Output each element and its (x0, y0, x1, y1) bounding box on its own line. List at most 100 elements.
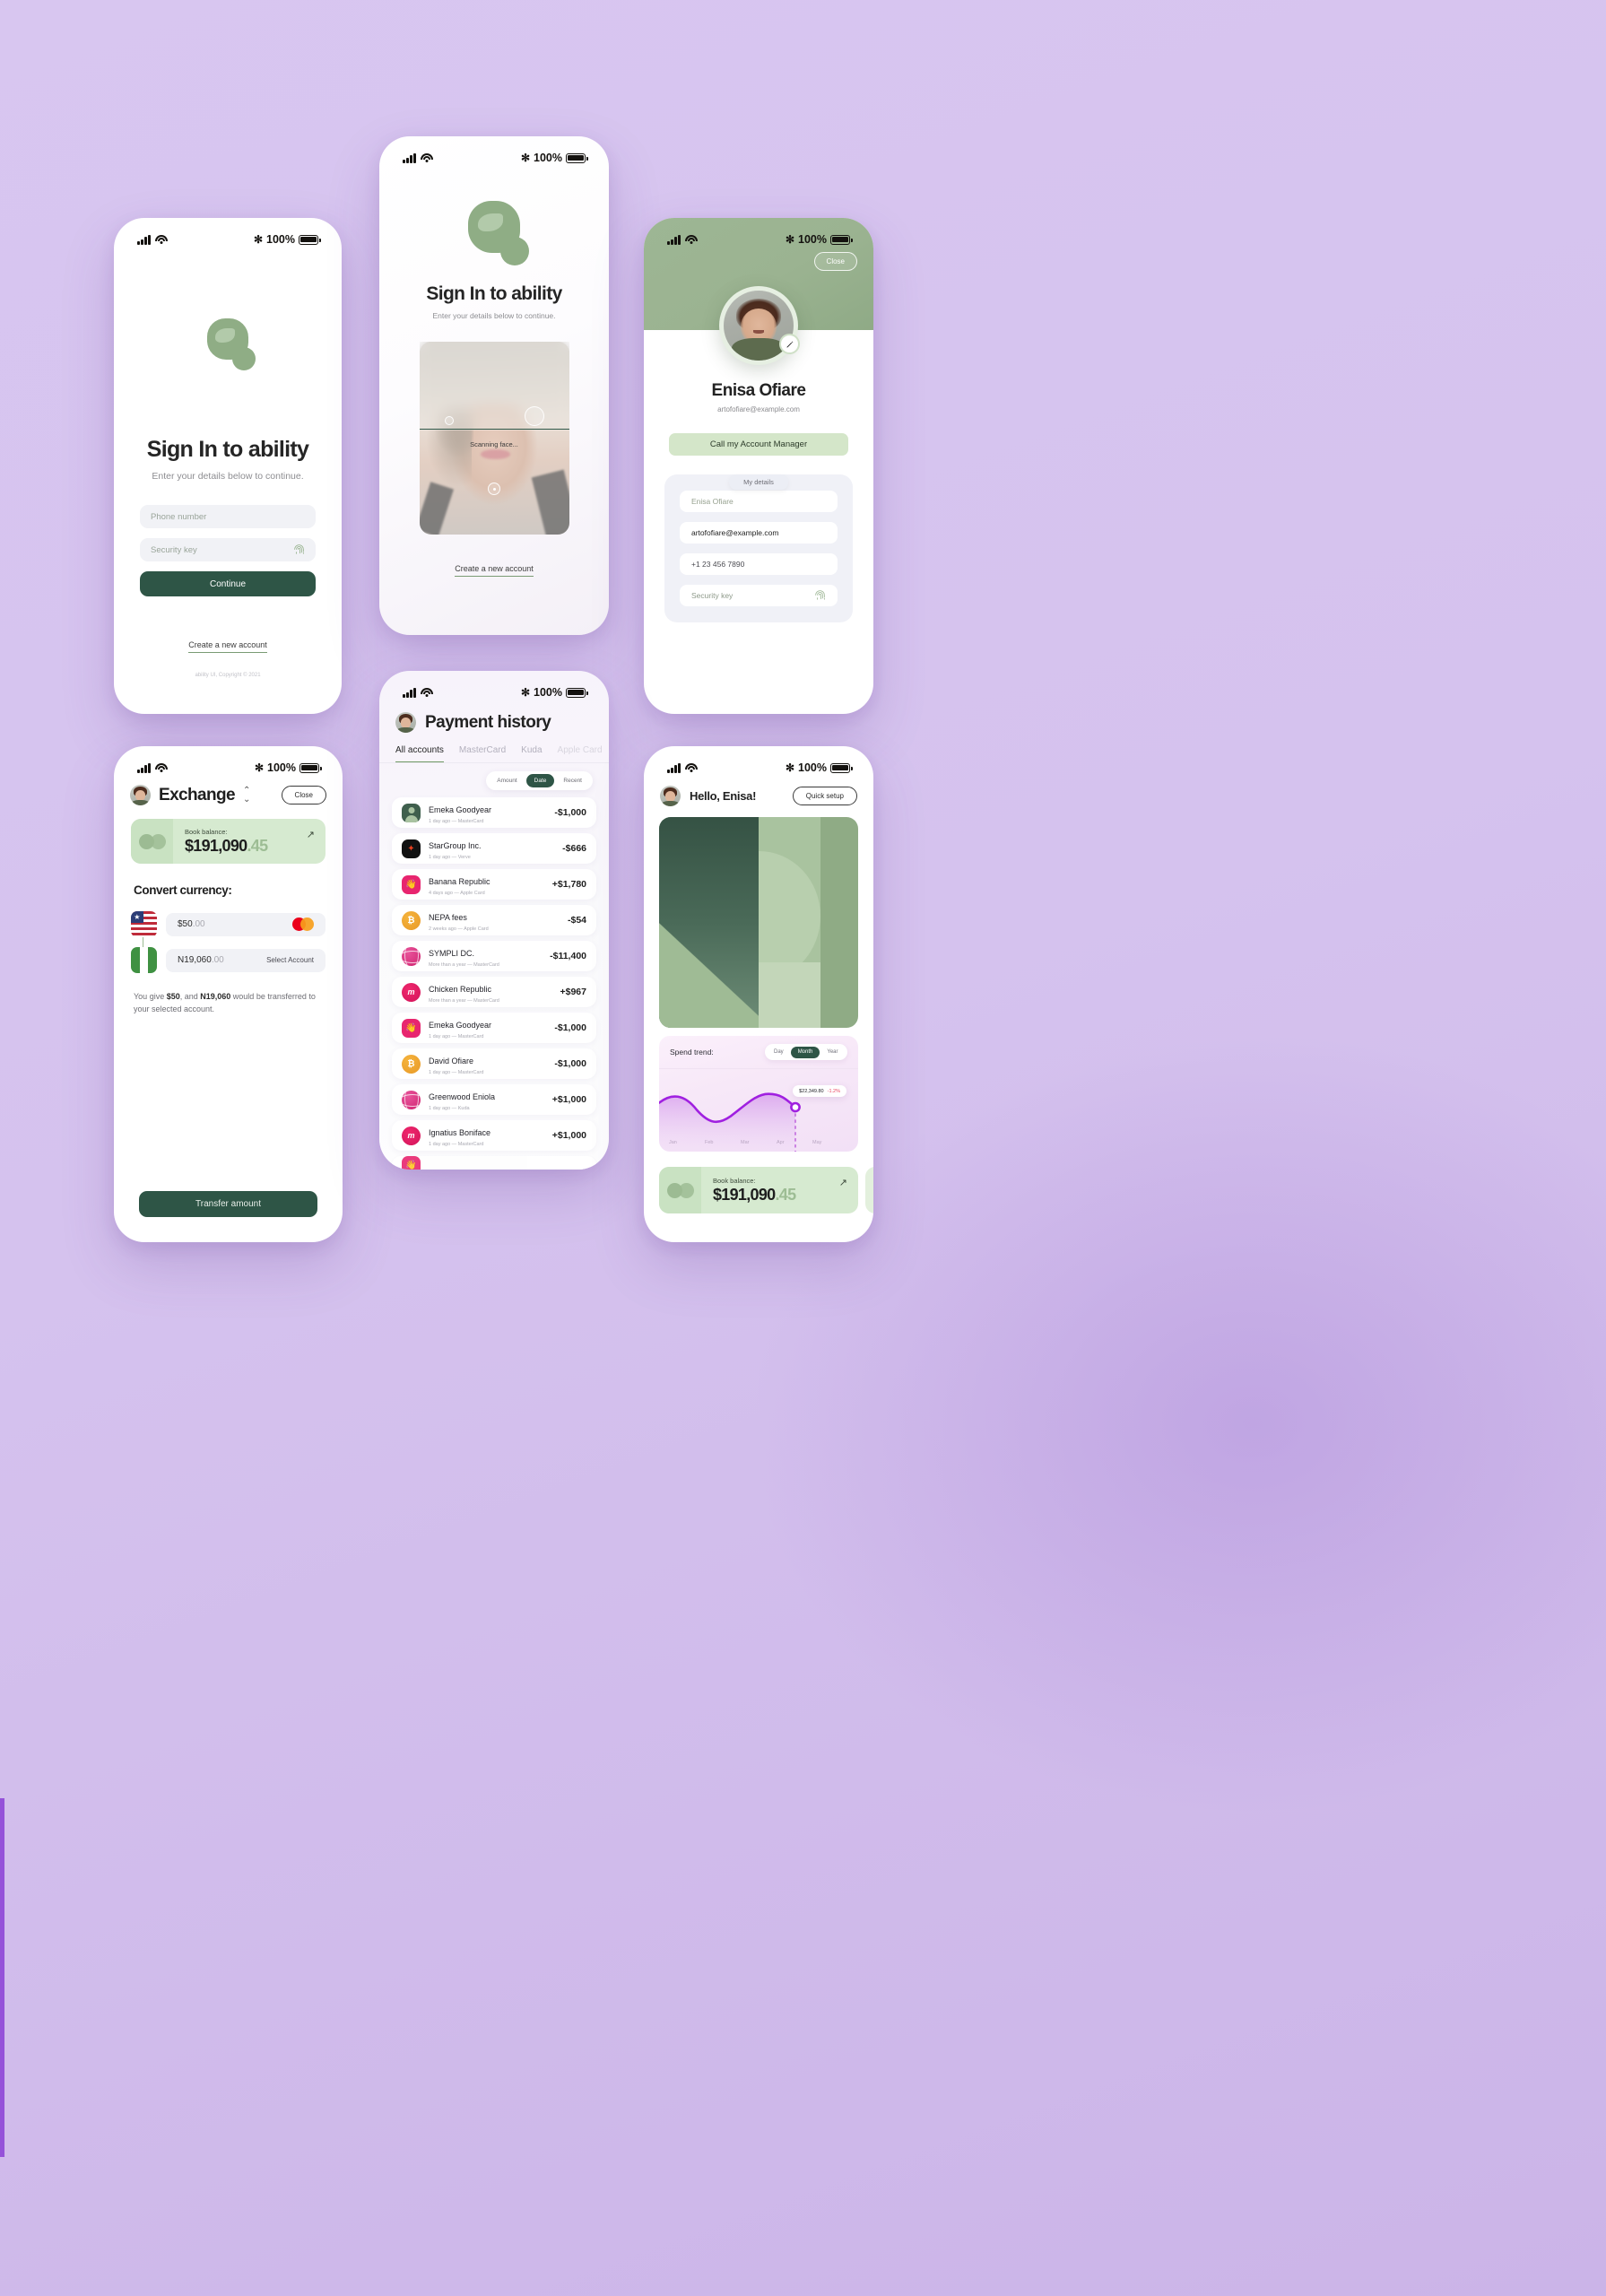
table-row[interactable]: m Ignatius Boniface 1 day ago — MasterCar… (392, 1120, 596, 1151)
transaction-name: Emeka Goodyear (429, 1021, 492, 1030)
call-account-manager-button[interactable]: Call my Account Manager (669, 433, 848, 456)
table-row[interactable]: ₿ David Ofiare 1 day ago — MasterCard -$1… (392, 1048, 596, 1079)
card-brand-icon (659, 1167, 701, 1213)
table-row[interactable]: ✦ StarGroup Inc. 1 day ago — Verve -$666 (392, 833, 596, 864)
sort-toggle-group: Amount Date Recent (486, 771, 593, 790)
balance-label: Book balance: (713, 1176, 756, 1185)
sort-option-date[interactable]: Date (525, 774, 555, 787)
bluetooth-icon: ✻ (520, 152, 531, 164)
table-row[interactable]: 👋 Emeka Goodyear 1 day ago — MasterCard -… (392, 1013, 596, 1043)
profile-email-value: artofofiare@example.com (691, 528, 779, 537)
transaction-name: Emeka Goodyear (429, 805, 492, 814)
transaction-amount: -$54 (567, 915, 586, 926)
m-logo-icon: m (402, 982, 421, 1002)
profile-security-key-field[interactable]: Security key (680, 585, 838, 606)
table-row[interactable]: SYMPLI DC. More than a year — MasterCard … (392, 941, 596, 971)
avatar[interactable] (660, 786, 681, 806)
amount-to-input[interactable]: N19,060.00 Select Account (166, 948, 326, 972)
arrow-up-right-icon[interactable]: ↗ (307, 829, 315, 840)
sort-option-amount[interactable]: Amount (489, 774, 525, 787)
transaction-name: StarGroup Inc. (429, 841, 482, 850)
balance-label: Book balance: (185, 827, 228, 836)
chart-x-axis-labels: Jan Feb Mar Apr May (659, 1140, 858, 1145)
fingerprint-icon[interactable] (814, 589, 826, 602)
tooltip-change: -1.2% (827, 1088, 840, 1094)
profile-name-field[interactable]: Enisa Ofiare (680, 491, 838, 512)
book-balance-card[interactable]: Book balance: $191,090.45 ↗ (131, 819, 326, 864)
create-account-link[interactable]: Create a new account (188, 640, 267, 653)
battery-percent: 100% (267, 761, 296, 774)
select-account-button[interactable]: Select Account (266, 956, 314, 964)
table-row[interactable]: Emeka Goodyear 1 day ago — MasterCard -$1… (392, 797, 596, 828)
table-row[interactable]: 👋 Banana Republic 4 days ago — Apple Card… (392, 869, 596, 900)
sort-option-recent[interactable]: Recent (555, 774, 590, 787)
transfer-amount-button[interactable]: Transfer amount (139, 1191, 317, 1217)
next-balance-card-peek[interactable] (865, 1167, 873, 1213)
fingerprint-icon[interactable] (293, 544, 305, 556)
avatar[interactable] (130, 785, 151, 805)
book-balance-card[interactable]: Book balance: $191,090.45 ↗ (659, 1167, 858, 1213)
scanning-status: Scanning face... (470, 439, 518, 448)
arrow-up-right-icon[interactable]: ↗ (839, 1177, 847, 1188)
close-button[interactable]: Close (281, 786, 326, 804)
bluetooth-icon: ✻ (520, 686, 531, 699)
hero-graphic-card[interactable] (659, 817, 858, 1028)
amount-from-input[interactable]: $50.00 (166, 912, 326, 936)
battery-icon (299, 762, 322, 773)
table-row[interactable]: Greenwood Eniola 1 day ago — Kuda +$1,000 (392, 1084, 596, 1115)
transaction-meta: 1 day ago — Verve (429, 855, 471, 860)
tab-kuda[interactable]: Kuda (521, 745, 542, 762)
create-account-link[interactable]: Create a new account (455, 564, 534, 577)
profile-phone-field[interactable]: +1 23 456 7890 (680, 553, 838, 575)
tab-apple-card[interactable]: Apple Card (558, 745, 603, 762)
signal-icon (137, 234, 151, 245)
mastercard-icon (292, 918, 314, 931)
continue-button[interactable]: Continue (140, 571, 316, 596)
range-option-day[interactable]: Day (767, 1047, 791, 1058)
balance-amount: $191,090 (713, 1185, 776, 1204)
wave-icon: 👋 (402, 1018, 421, 1038)
table-row[interactable]: ₿ NEPA fees 2 weeks ago — Apple Card -$54 (392, 905, 596, 935)
transaction-name: SYMPLI DC. (429, 949, 475, 958)
my-details-tab[interactable]: My details (729, 474, 788, 490)
transaction-meta: 1 day ago — MasterCard (429, 1142, 484, 1147)
close-button[interactable]: Close (813, 252, 857, 271)
signal-icon (667, 234, 681, 245)
avatar[interactable] (395, 712, 416, 733)
wave-icon: 👋 (402, 1156, 421, 1170)
quick-setup-button[interactable]: Quick setup (792, 787, 857, 805)
table-row[interactable]: m Chicken Republic More than a year — Mas… (392, 977, 596, 1007)
tab-mastercard[interactable]: MasterCard (459, 745, 506, 762)
x-tick-feb: Feb (705, 1140, 714, 1145)
table-row[interactable]: 👋 (392, 1156, 596, 1170)
face-scan-viewport[interactable]: Scanning face... (419, 342, 569, 535)
status-bar: ✻ 100% (644, 218, 873, 248)
phone-number-input[interactable]: Phone number (140, 505, 316, 528)
edit-avatar-button[interactable] (779, 334, 800, 354)
tab-all-accounts[interactable]: All accounts (395, 745, 444, 762)
profile-email-field[interactable]: artofofiare@example.com (680, 522, 838, 544)
range-option-year[interactable]: Year (820, 1047, 845, 1058)
range-toggle-group: Day Month Year (764, 1044, 847, 1060)
chevron-updown-icon[interactable]: ⌃ ⌄ (243, 786, 250, 804)
transaction-meta: More than a year — MasterCard (429, 962, 499, 968)
flag-us-icon[interactable]: ★ (131, 911, 157, 937)
spend-trend-card: Spend trend: Day Month Year $22,349.80 -… (659, 1036, 858, 1152)
wave-icon: 👋 (402, 874, 421, 894)
signal-icon (667, 762, 681, 773)
scan-point-small (444, 416, 454, 425)
bluetooth-icon: ✻ (254, 761, 265, 774)
security-key-input[interactable]: Security key (140, 538, 316, 561)
amount-to-decimals: .00 (211, 955, 224, 965)
transaction-name: Ignatius Boniface (429, 1128, 491, 1137)
greeting-text: Hello, Enisa! (690, 789, 757, 803)
phone-number-placeholder: Phone number (151, 511, 207, 522)
range-option-month[interactable]: Month (790, 1046, 820, 1058)
avatar[interactable] (719, 286, 800, 365)
home-header: Hello, Enisa! Quick setup (644, 777, 873, 806)
battery-percent: 100% (266, 233, 295, 246)
flag-nigeria-icon[interactable] (131, 947, 157, 973)
spend-trend-chart[interactable]: $22,349.80 -1.2% Jan Feb Mar Apr May (659, 1068, 858, 1152)
security-key-placeholder: Security key (151, 544, 197, 555)
transaction-amount: -$666 (562, 843, 586, 854)
